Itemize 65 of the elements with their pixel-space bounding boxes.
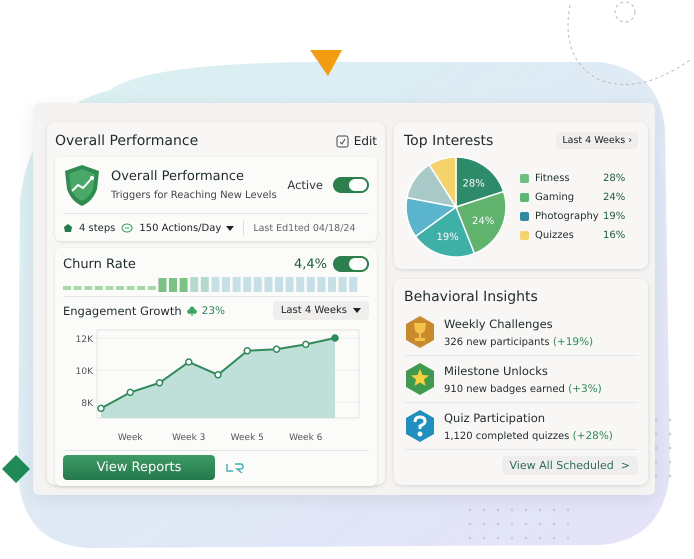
pentagon-icon — [63, 223, 73, 233]
view-all-link[interactable]: View All Scheduled > — [502, 456, 638, 475]
data-point — [126, 388, 134, 396]
insight-change: (+28%) — [572, 430, 613, 442]
legend-label: Photography — [535, 211, 597, 222]
data-point — [185, 358, 192, 366]
view-reports-button[interactable]: View Reports — [63, 455, 215, 480]
triangle-shape — [310, 50, 342, 76]
clover-icon — [186, 306, 197, 316]
slice-label: 28% — [462, 178, 485, 190]
status-label: Active — [287, 178, 323, 192]
legend-value: 19% — [603, 211, 626, 222]
insight-text: 1,120 completed quizzes — [444, 430, 570, 442]
growth-value: 23% — [202, 304, 225, 316]
churn-title: Churn Rate — [63, 256, 136, 272]
churn-toggle[interactable] — [333, 256, 369, 272]
question-icon — [404, 409, 436, 443]
last-edited: Last Ed1ted 04/18/24 — [253, 222, 356, 234]
legend-value: 16% — [603, 230, 626, 241]
legend-value: 28% — [603, 173, 626, 184]
data-point — [302, 340, 310, 348]
trophy-icon — [404, 315, 436, 349]
x-tick-label: Week 3 — [172, 433, 206, 443]
data-point — [214, 371, 222, 379]
card-title: Overall Performance — [55, 133, 198, 149]
insight-title: Milestone Unlocks — [444, 364, 549, 378]
star-icon — [404, 362, 436, 396]
data-point — [244, 347, 251, 355]
x-tick-label: Week — [118, 433, 143, 443]
data-point — [272, 345, 280, 353]
slice-label: 24% — [472, 216, 494, 227]
legend-value: 24% — [603, 192, 626, 203]
steps-count: 4 steps — [79, 222, 116, 234]
x-tick-label: Week 5 — [230, 433, 264, 443]
y-tick-label: 12K — [76, 335, 93, 345]
diamond-shape — [2, 455, 30, 483]
data-point — [156, 379, 164, 387]
edit-button[interactable]: Edit — [336, 132, 377, 150]
insight-title: Quiz Participation — [444, 410, 546, 424]
churn-value: 4,4% — [294, 256, 327, 272]
legend-label: Quizzes — [535, 230, 575, 241]
data-point — [97, 404, 105, 412]
active-toggle[interactable] — [333, 177, 369, 193]
y-tick-label: 10K — [76, 367, 93, 377]
range-dropdown[interactable]: Last 4 Weeks — [272, 301, 369, 320]
legend-label: Gaming — [535, 192, 576, 203]
insight-change: (+3%) — [568, 382, 602, 394]
y-tick-label: 8K — [81, 399, 93, 409]
data-point — [331, 334, 339, 342]
card-title: Top Interests — [404, 132, 494, 148]
rate-dropdown[interactable]: 150 Actions/Day — [139, 222, 234, 234]
x-tick-label: Week 6 — [289, 433, 322, 443]
insight-title: Weekly Challenges — [444, 316, 554, 330]
shield-icon — [63, 163, 101, 207]
insight-text: 326 new participants — [444, 336, 550, 348]
engagement-title: Engagement Growth — [63, 304, 182, 318]
rule-subtitle: Triggers for Reaching New Levels — [111, 190, 278, 201]
range-button[interactable]: Last 4 Weeks › — [556, 132, 638, 149]
slice-label: 19% — [436, 232, 459, 243]
rule-title: Overall Performance — [111, 169, 245, 184]
legend-label: Fitness — [535, 173, 571, 184]
insight-change: (+19%) — [552, 336, 594, 348]
edit-icon — [336, 134, 349, 148]
card-title: Behavioral Insights — [404, 289, 539, 305]
insight-text: 910 new badges earned — [444, 384, 565, 394]
